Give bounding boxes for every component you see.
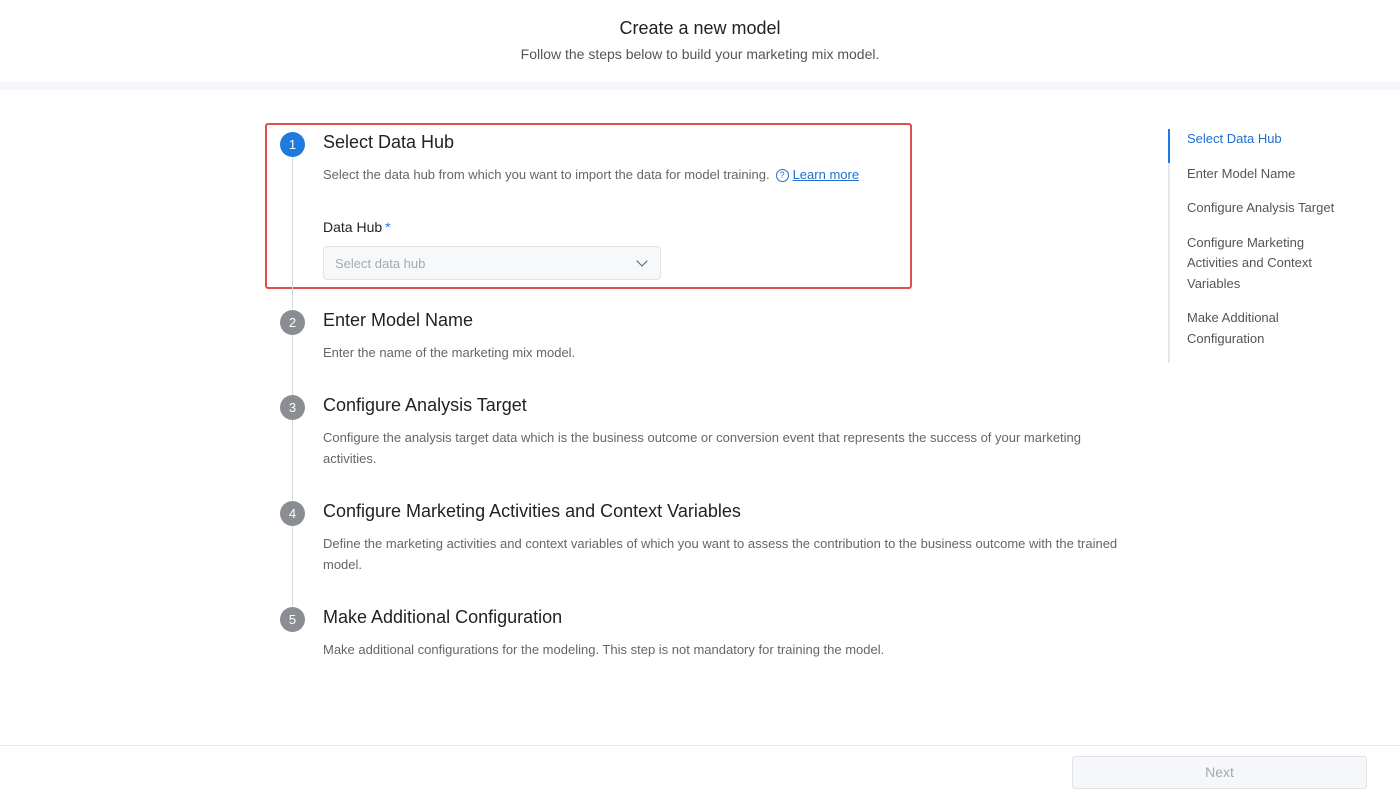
step-number-badge: 1 xyxy=(280,132,305,157)
step-title: Configure Marketing Activities and Conte… xyxy=(323,501,741,521)
step-description: Select the data hub from which you want … xyxy=(323,164,1123,185)
next-button[interactable]: Next xyxy=(1072,756,1367,789)
step-description: Configure the analysis target data which… xyxy=(323,430,1082,466)
page-footer: Next xyxy=(0,745,1400,801)
step-description: Make additional configurations for the m… xyxy=(323,642,885,657)
toc-item-configure-analysis-target[interactable]: Configure Analysis Target xyxy=(1170,198,1352,219)
step-number-badge: 5 xyxy=(280,607,305,632)
step-description-text: Select the data hub from which you want … xyxy=(323,167,770,182)
toc-item-select-data-hub[interactable]: Select Data Hub xyxy=(1170,129,1352,150)
learn-more-label: Learn more xyxy=(792,167,860,182)
data-hub-label: Data Hub * xyxy=(323,219,391,235)
step-connector xyxy=(292,157,293,309)
toc-active-marker xyxy=(1168,129,1170,163)
table-of-contents: Select Data Hub Enter Model Name Configu… xyxy=(1168,129,1370,363)
toc-item-configure-marketing-activities[interactable]: Configure Marketing Activities and Conte… xyxy=(1170,233,1352,295)
step-title: Configure Analysis Target xyxy=(323,395,527,415)
steps-list: 1 Select Data Hub Select the data hub fr… xyxy=(280,0,1140,740)
step-title: Enter Model Name xyxy=(323,310,474,330)
step-number-badge: 3 xyxy=(280,395,305,420)
toc-item-additional-configuration[interactable]: Make Additional Configuration xyxy=(1170,308,1352,349)
required-indicator: * xyxy=(385,219,391,235)
step-number-badge: 4 xyxy=(280,501,305,526)
step-connector xyxy=(292,335,293,395)
learn-more-link[interactable]: ? Learn more xyxy=(775,167,860,182)
toc-item-enter-model-name[interactable]: Enter Model Name xyxy=(1170,164,1352,185)
step-description: Enter the name of the marketing mix mode… xyxy=(323,345,576,360)
chevron-down-icon xyxy=(636,255,648,267)
data-hub-select-placeholder: Select data hub xyxy=(335,256,426,271)
step-number-badge: 2 xyxy=(280,310,305,335)
step-description: Define the marketing activities and cont… xyxy=(323,536,1118,572)
data-hub-select[interactable]: Select data hub xyxy=(323,246,661,280)
step-connector xyxy=(292,420,293,500)
step-connector xyxy=(292,526,293,606)
data-hub-label-text: Data Hub xyxy=(323,219,383,235)
help-circle-icon: ? xyxy=(775,169,789,182)
step-title: Select Data Hub xyxy=(323,132,455,152)
step-title: Make Additional Configuration xyxy=(323,607,563,627)
